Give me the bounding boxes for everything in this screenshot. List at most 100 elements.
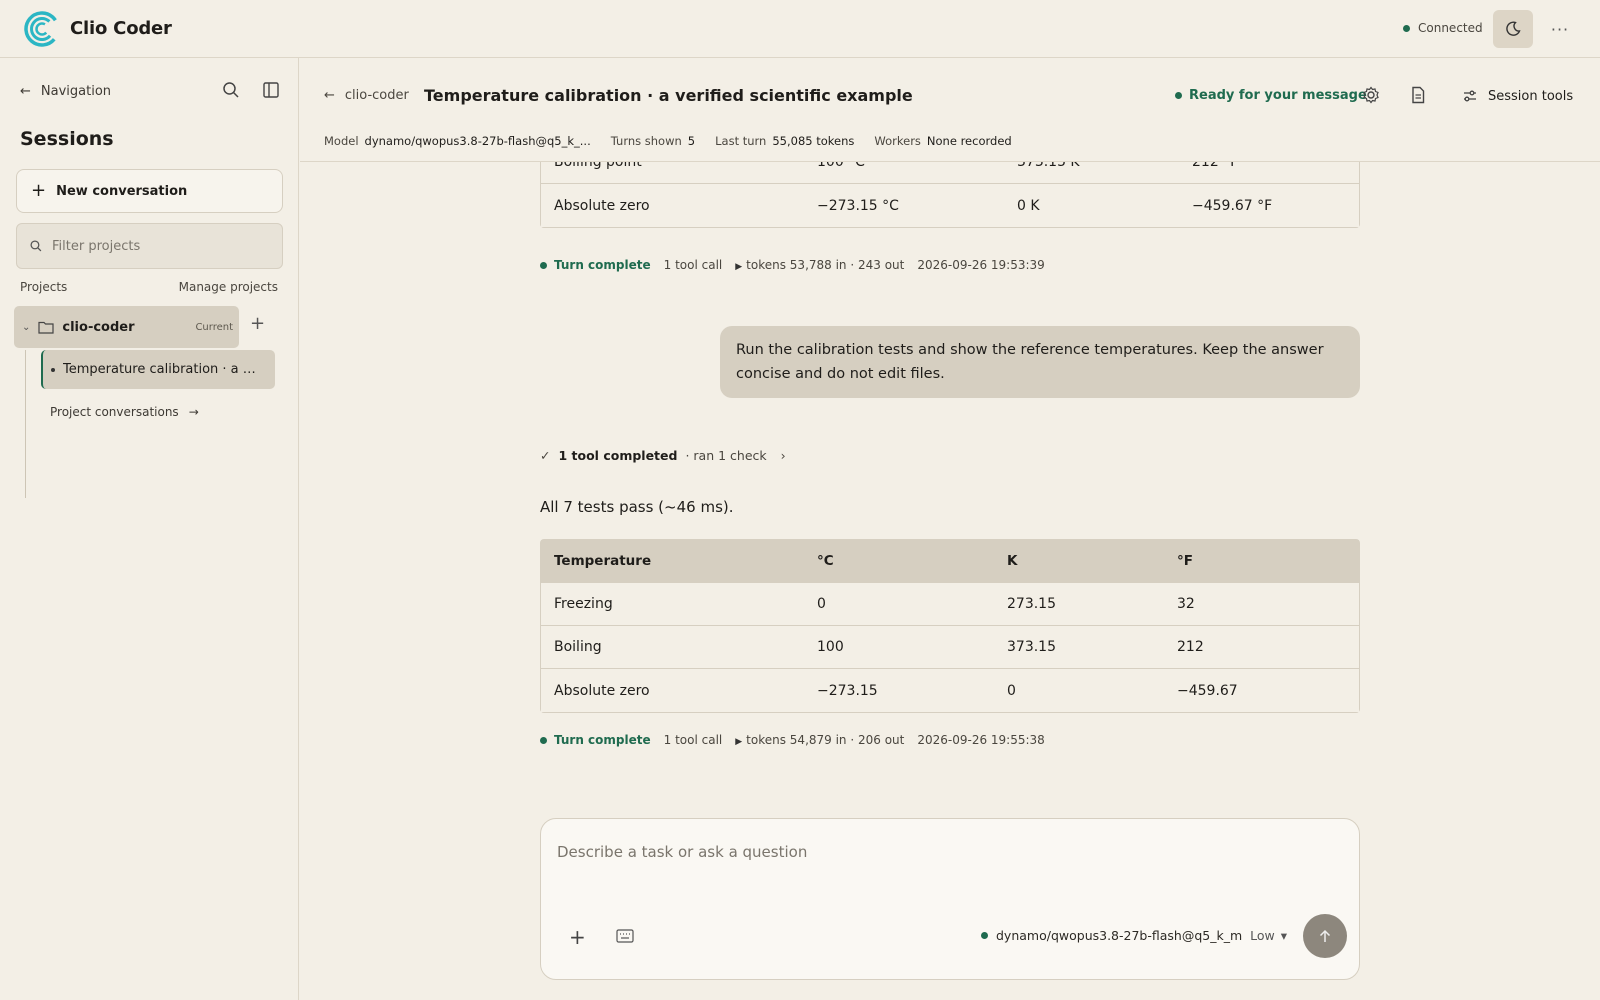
connection-status: Connected — [1403, 21, 1483, 35]
table-cell: 373.15 — [994, 626, 1164, 669]
clio-logo-icon — [24, 11, 60, 47]
tool-summary[interactable]: ✓ 1 tool completed · ran 1 check › — [540, 448, 786, 463]
turn-footer: Turn complete 1 tool call ▶ tokens 54,879… — [540, 733, 1045, 747]
model-selector[interactable]: dynamo/qwopus3.8-27b-flash@q5_k_m Low ▾ — [981, 928, 1287, 943]
table-cell: 212 °F — [1179, 162, 1359, 184]
check-icon: ✓ — [540, 448, 551, 463]
turn-dot-icon — [540, 261, 547, 269]
table-header-row: Temperature °C K °F — [541, 540, 1359, 583]
meta-workers: Workers None recorded — [874, 134, 1011, 148]
token-usage: tokens 54,879 in · 206 out — [746, 733, 905, 747]
back-arrow-icon: ← — [20, 84, 31, 99]
meta-last-turn-value: 55,085 tokens — [772, 134, 855, 148]
table-cell: 100 °C — [804, 162, 1004, 184]
turn-status-label: Turn complete — [554, 733, 651, 747]
toggle-sidebar-icon[interactable] — [261, 80, 281, 100]
chevron-right-icon: › — [780, 448, 786, 463]
new-conversation-button[interactable]: + New conversation — [16, 169, 283, 213]
turn-timestamp: 2026-09-26 19:55:38 — [917, 733, 1045, 747]
table-cell: 0 — [804, 583, 994, 626]
arrow-right-icon: → — [188, 405, 199, 419]
model-dot-icon — [981, 932, 988, 939]
project-name: clio-coder — [62, 319, 135, 335]
reasoning-level-select[interactable]: Low ▾ — [1250, 928, 1287, 943]
table-header: Temperature — [541, 540, 804, 583]
tree-line — [25, 350, 26, 498]
play-triangle-icon: ▶ — [735, 737, 743, 747]
session-tools-button[interactable]: Session tools — [1462, 88, 1573, 104]
tool-call-count: 1 tool call — [663, 733, 723, 747]
turn-status: Turn complete — [540, 733, 651, 747]
sessions-heading: Sessions — [20, 128, 114, 150]
add-session-button[interactable]: + — [250, 313, 265, 334]
session-item[interactable]: Temperature calibration · a verifi... — [41, 350, 275, 389]
meta-last-turn-label: Last turn — [715, 134, 767, 148]
status-dot-icon — [1403, 24, 1410, 32]
user-message: Run the calibration tests and show the r… — [720, 326, 1360, 398]
table-cell: Absolute zero — [541, 669, 804, 712]
project-conversations-link[interactable]: Project conversations → — [50, 405, 199, 419]
manage-projects-link[interactable]: Manage projects — [179, 280, 278, 294]
new-conversation-label: New conversation — [56, 183, 188, 199]
folder-icon — [38, 321, 54, 334]
table-row: Absolute zero −273.15 0 −459.67 — [541, 669, 1359, 712]
table-row: Absolute zero −273.15 °C 0 K −459.67 °F — [541, 184, 1359, 227]
table-cell: −273.15 °C — [804, 184, 1004, 227]
navigation-label: Navigation — [40, 84, 112, 99]
navigation-back-link[interactable]: ← Navigation — [20, 84, 111, 99]
token-toggle[interactable]: ▶ tokens 53,788 in · 243 out — [735, 258, 904, 272]
table-row: Boiling 100 373.15 212 — [541, 626, 1359, 669]
breadcrumb-back-link[interactable]: ← clio-coder — [324, 88, 409, 103]
search-icon[interactable] — [221, 80, 241, 100]
filter-projects — [16, 223, 283, 269]
play-triangle-icon: ▶ — [735, 262, 743, 272]
table-cell: −273.15 — [804, 669, 994, 712]
document-icon[interactable] — [1408, 85, 1428, 105]
project-item-clio-coder[interactable]: ⌄ clio-coder Current — [14, 306, 239, 348]
filter-projects-input[interactable] — [52, 238, 262, 254]
send-button[interactable] — [1303, 914, 1347, 958]
table-cell: Absolute zero — [541, 184, 804, 227]
table-cell: 273.15 — [994, 583, 1164, 626]
table-cell: 212 — [1164, 626, 1359, 669]
ready-label: Ready for your message — [1189, 88, 1367, 103]
keyboard-icon[interactable] — [616, 929, 634, 943]
table-row: Freezing 0 273.15 32 — [541, 583, 1359, 626]
more-options-button[interactable]: ··· — [1545, 14, 1575, 44]
conversation-scroll-area[interactable]: Boiling point 100 °C 373.15 K 212 °F Abs… — [300, 162, 1600, 812]
table-cell: 373.15 K — [1004, 162, 1179, 184]
table-cell: 0 K — [1004, 184, 1179, 227]
table-row: Boiling point 100 °C 373.15 K 212 °F — [541, 162, 1359, 184]
plus-icon: + — [31, 180, 47, 201]
theme-toggle-button[interactable] — [1493, 10, 1533, 48]
table-header: °C — [804, 540, 994, 583]
token-usage: tokens 53,788 in · 243 out — [746, 258, 905, 272]
session-item-label: Temperature calibration · a verifi... — [63, 362, 263, 377]
settings-gear-icon[interactable] — [1361, 85, 1381, 105]
meta-turns-label: Turns shown — [610, 134, 682, 148]
table-cell: Freezing — [541, 583, 804, 626]
table-cell: 100 — [804, 626, 994, 669]
turn-footer: Turn complete 1 tool call ▶ tokens 53,788… — [540, 258, 1045, 272]
token-toggle[interactable]: ▶ tokens 54,879 in · 206 out — [735, 733, 904, 747]
table-header: K — [994, 540, 1164, 583]
meta-workers-label: Workers — [874, 134, 921, 148]
turn-timestamp: 2026-09-26 19:53:39 — [917, 258, 1045, 272]
message-input[interactable] — [557, 843, 1337, 893]
session-meta: Model dynamo/qwopus3.8-27b-flash@q5_k_...… — [324, 134, 1012, 148]
turn-status-label: Turn complete — [554, 258, 651, 272]
meta-last-turn: Last turn 55,085 tokens — [715, 134, 854, 148]
table-cell: −459.67 — [1164, 669, 1359, 712]
projects-label: Projects — [20, 280, 68, 294]
tool-call-count: 1 tool call — [663, 258, 723, 272]
previous-results-table: Boiling point 100 °C 373.15 K 212 °F Abs… — [540, 162, 1360, 228]
current-badge: Current — [195, 321, 233, 333]
chevron-down-icon[interactable]: ⌄ — [22, 322, 30, 333]
table-cell: 32 — [1164, 583, 1359, 626]
attach-plus-button[interactable]: + — [569, 925, 586, 949]
assistant-result-text: All 7 tests pass (~46 ms). — [540, 498, 734, 516]
model-name: dynamo/qwopus3.8-27b-flash@q5_k_m — [996, 928, 1243, 943]
meta-turns: Turns shown 5 — [611, 134, 695, 148]
reasoning-level: Low — [1250, 928, 1275, 943]
meta-turns-value: 5 — [687, 134, 696, 148]
